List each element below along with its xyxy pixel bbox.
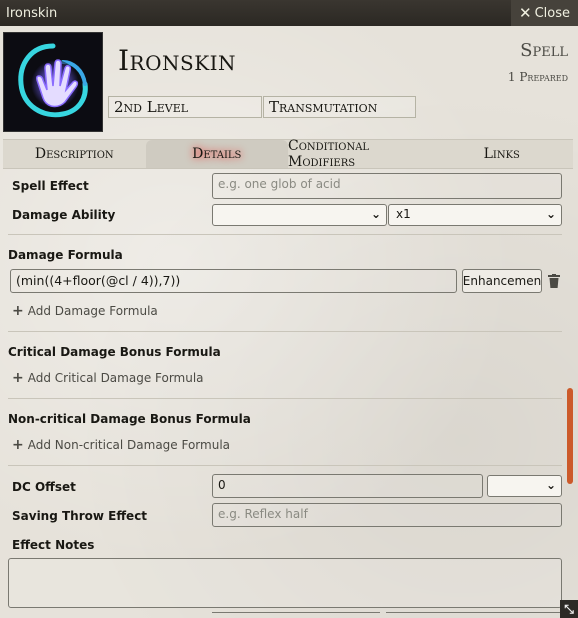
add-noncritical-damage-link[interactable]: + Add Non-critical Damage Formula (12, 437, 230, 453)
plus-icon: + (12, 370, 24, 386)
plus-icon: + (12, 437, 24, 453)
spell-level: 2nd Level (108, 96, 262, 118)
effect-notes-textarea[interactable] (8, 558, 562, 608)
spell-effect-label: Spell Effect (12, 179, 89, 193)
damage-ability-select[interactable]: ⌄ (212, 204, 387, 226)
item-type: Spell (520, 40, 568, 61)
divider (8, 465, 562, 466)
chevron-down-icon: ⌄ (545, 478, 556, 492)
spell-effect-input[interactable]: e.g. one glob of acid (212, 173, 562, 199)
next-field-edge (212, 612, 380, 618)
scrollbar-thumb[interactable] (567, 388, 573, 484)
saving-throw-input[interactable]: e.g. Reflex half (212, 503, 562, 527)
tab-conditional-modifiers[interactable]: Conditional Modifiers (288, 138, 431, 170)
damage-multiplier-select[interactable]: x1 ⌄ (388, 204, 562, 226)
resize-icon: ⤡ (564, 601, 574, 616)
saving-throw-label: Saving Throw Effect (12, 509, 148, 523)
sheet-tabs: Description Details Conditional Modifier… (3, 138, 574, 170)
dc-offset-input[interactable]: 0 (212, 474, 483, 498)
close-label: Close (534, 5, 570, 21)
close-icon: ✕ (519, 4, 532, 22)
add-noncritical-damage-label: Add Non-critical Damage Formula (27, 438, 231, 452)
item-prepared: 1 Prepared (507, 70, 568, 84)
window-title: Ironskin (6, 5, 58, 21)
effect-notes-label: Effect Notes (12, 538, 95, 552)
divider (8, 331, 562, 332)
dc-offset-label: DC Offset (12, 480, 76, 494)
resize-handle[interactable]: ⤡ (560, 600, 578, 618)
damage-multiplier-value: x1 (396, 207, 411, 221)
window-header[interactable]: Ironskin ✕ Close (0, 0, 578, 26)
add-damage-formula-label: Add Damage Formula (27, 304, 158, 318)
divider (8, 234, 562, 235)
damage-ability-label: Damage Ability (12, 208, 116, 222)
enhancement-button[interactable]: Enhancemen (462, 269, 542, 293)
chevron-down-icon: ⌄ (545, 207, 556, 221)
spell-school: Transmutation (263, 96, 416, 118)
close-button[interactable]: ✕ Close (511, 0, 578, 26)
tab-description[interactable]: Description (3, 140, 146, 168)
tab-details[interactable]: Details (145, 140, 288, 168)
add-critical-damage-label: Add Critical Damage Formula (27, 371, 204, 385)
item-sheet: Ironskin Spell 1 Prepared 2nd Level Tran… (0, 26, 578, 618)
add-critical-damage-link[interactable]: + Add Critical Damage Formula (12, 370, 204, 386)
glowing-hand-icon (18, 43, 88, 118)
divider (8, 398, 562, 399)
item-portrait[interactable] (3, 32, 103, 132)
noncritical-damage-heading: Non-critical Damage Bonus Formula (8, 412, 251, 426)
next-field-edge (386, 612, 562, 618)
trash-icon[interactable] (548, 274, 560, 288)
dc-type-select[interactable]: ⌄ (487, 475, 562, 497)
item-name[interactable]: Ironskin (118, 44, 236, 77)
add-damage-formula-link[interactable]: + Add Damage Formula (12, 303, 158, 319)
critical-damage-heading: Critical Damage Bonus Formula (8, 345, 221, 359)
damage-formula-heading: Damage Formula (8, 248, 123, 262)
plus-icon: + (12, 303, 24, 319)
tab-links[interactable]: Links (431, 140, 574, 168)
damage-formula-input[interactable]: (min((4+floor(@cl / 4)),7)) (10, 269, 457, 293)
chevron-down-icon: ⌄ (370, 207, 381, 221)
